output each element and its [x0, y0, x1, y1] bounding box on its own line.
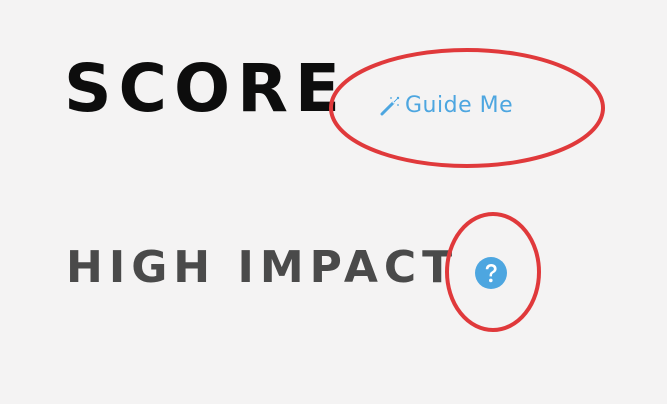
score-heading: SCORE	[64, 50, 347, 127]
guide-me-link[interactable]: Guide Me	[379, 91, 513, 121]
question-circle-icon[interactable]	[473, 255, 509, 291]
guide-me-label: Guide Me	[405, 93, 514, 118]
high-impact-heading: HIGH IMPACT	[66, 242, 459, 293]
magic-wand-icon	[380, 96, 400, 116]
